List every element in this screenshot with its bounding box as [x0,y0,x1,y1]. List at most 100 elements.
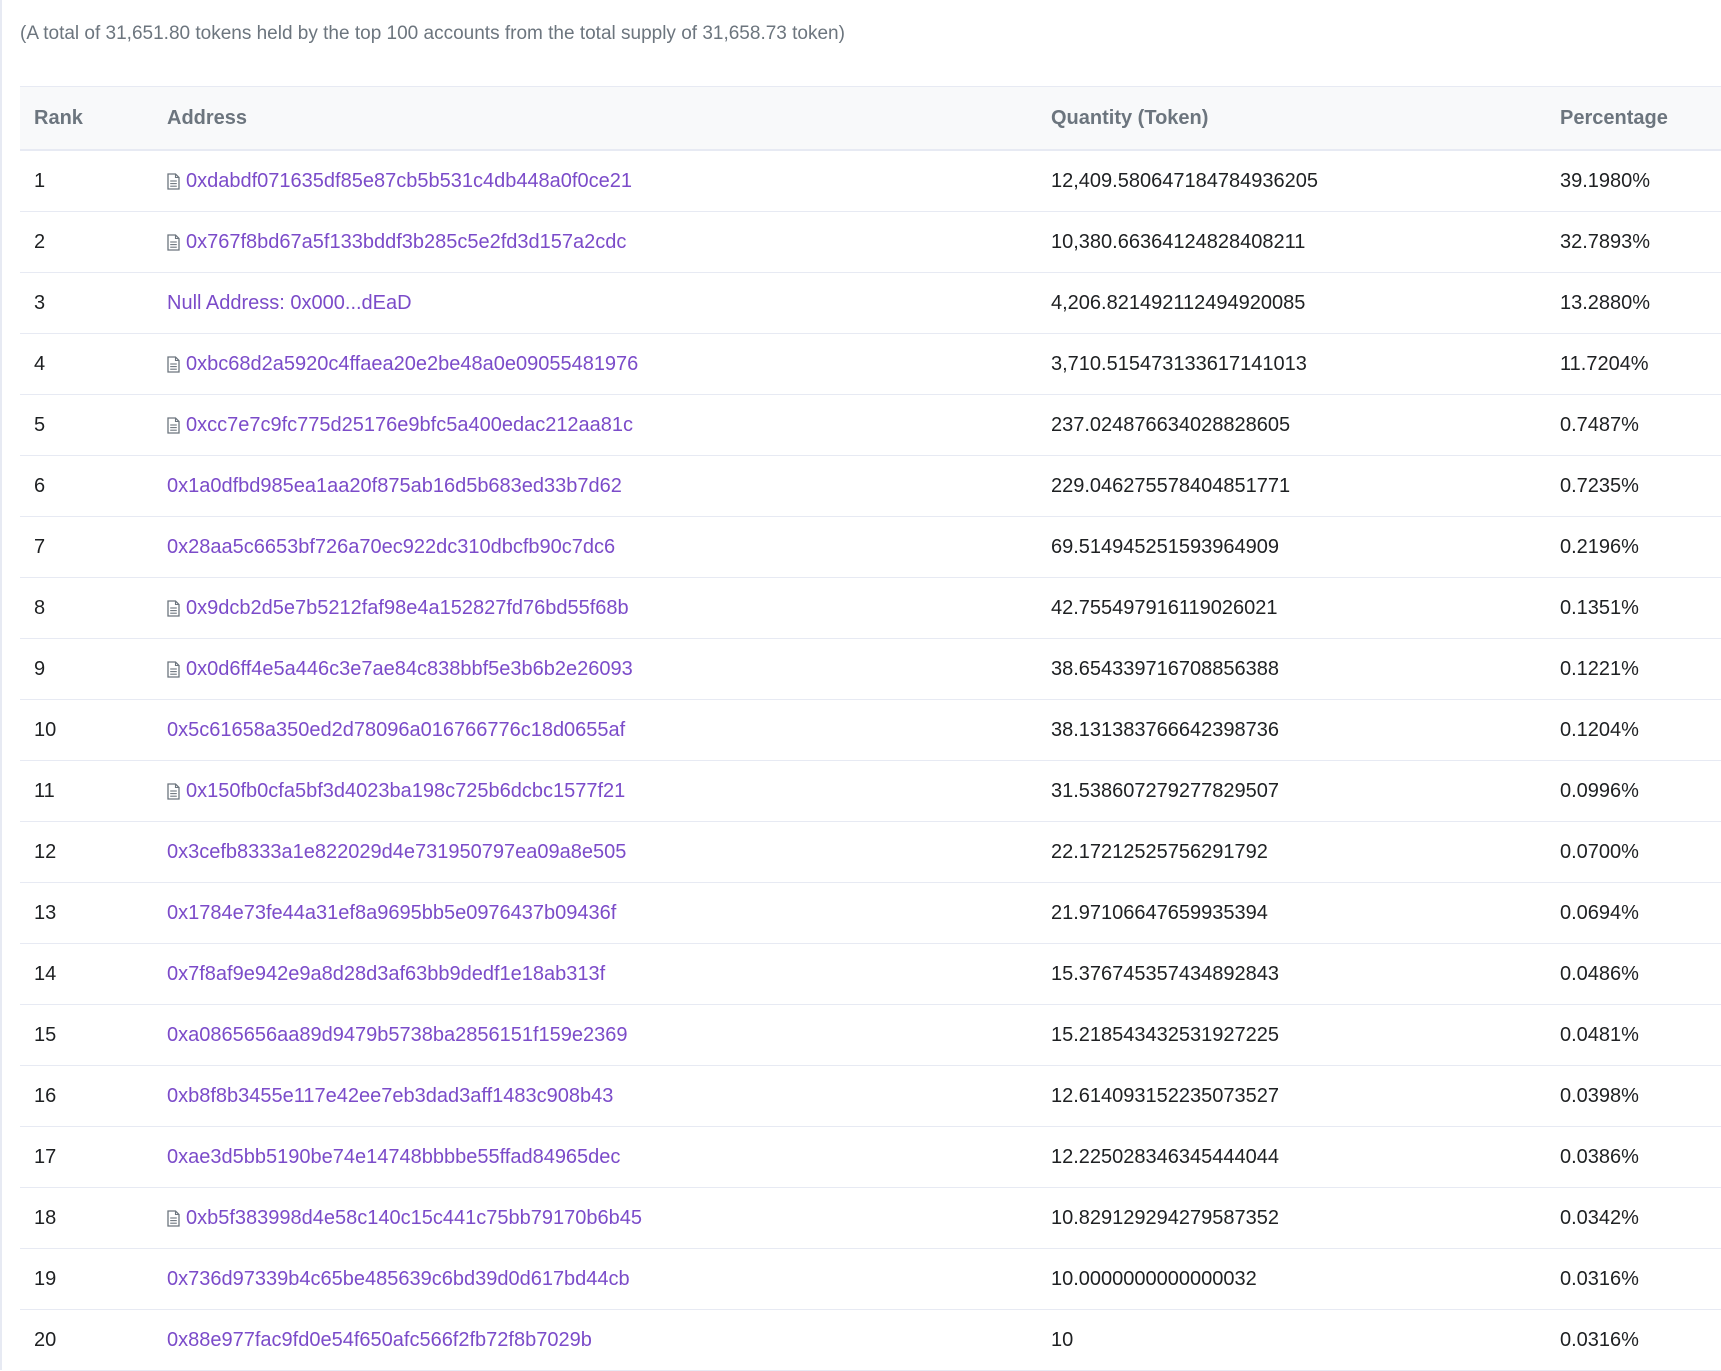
address-cell: 0x9dcb2d5e7b5212faf98e4a152827fd76bd55f6… [167,578,629,638]
percentage-cell: 0.1204% [1560,719,1639,741]
address-cell: 0x28aa5c6653bf726a70ec922dc310dbcfb90c7d… [167,517,615,577]
table-row: 12 0x3cefb8333a1e822029d4e731950797ea09a8… [20,822,1721,883]
address-text: 0x767f8bd67a5f133bddf3b285c5e2fd3d157a2c… [186,231,627,253]
holder-address-link[interactable]: 0x7f8af9e942e9a8d28d3af63bb9dedf1e18ab31… [167,944,605,1004]
table-row: 1 0xdabdf071635df85e87cb5b531c4db448a0f0c… [20,151,1721,212]
address-text: 0x3cefb8333a1e822029d4e731950797ea09a8e5… [167,841,627,863]
holder-address-link[interactable]: 0xbc68d2a5920c4ffaea20e2be48a0e090554819… [167,334,638,394]
holder-address-link[interactable]: 0x28aa5c6653bf726a70ec922dc310dbcfb90c7d… [167,517,615,577]
quantity-cell: 15.218543432531927225 [1051,1024,1280,1046]
holder-address-link[interactable]: 0xdabdf071635df85e87cb5b531c4db448a0f0ce… [167,151,632,211]
table-row: 13 0x1784e73fe44a31ef8a9695bb5e0976437b09… [20,883,1721,944]
percentage-cell: 0.0486% [1560,963,1639,985]
address-cell: 0xcc7e7c9fc775d25176e9bfc5a400edac212aa8… [167,395,633,455]
address-text: 0xa0865656aa89d9479b5738ba2856151f159e23… [167,1024,628,1046]
percentage-cell: 0.0481% [1560,1024,1639,1046]
percentage-cell: 32.7893% [1560,231,1651,253]
holder-address-link[interactable]: 0xb8f8b3455e117e42ee7eb3dad3aff1483c908b… [167,1066,613,1126]
table-row: 8 0x9dcb2d5e7b5212faf98e4a152827fd76bd55f… [20,578,1721,639]
holder-address-link[interactable]: Null Address: 0x000...dEaD [167,273,412,333]
address-text: 0x7f8af9e942e9a8d28d3af63bb9dedf1e18ab31… [167,963,606,985]
rank-cell: 20 [34,1329,57,1351]
percentage-cell: 0.0700% [1560,841,1639,863]
column-header-rank: Rank [34,107,83,129]
address-cell: 0x1784e73fe44a31ef8a9695bb5e0976437b0943… [167,883,616,943]
address-text: 0x1784e73fe44a31ef8a9695bb5e0976437b0943… [167,902,617,924]
address-cell: 0x767f8bd67a5f133bddf3b285c5e2fd3d157a2c… [167,212,626,272]
percentage-cell: 39.1980% [1560,170,1651,192]
holder-address-link[interactable]: 0x0d6ff4e5a446c3e7ae84c838bbf5e3b6b2e260… [167,639,633,699]
contract-file-icon [167,782,180,800]
contract-file-icon [167,355,180,373]
holder-address-link[interactable]: 0x3cefb8333a1e822029d4e731950797ea09a8e5… [167,822,626,882]
quantity-cell: 22.17212525756291792 [1051,841,1268,863]
holder-address-link[interactable]: 0x736d97339b4c65be485639c6bd39d0d617bd44… [167,1249,630,1309]
quantity-cell: 10,380.66364124828408211 [1051,231,1306,253]
contract-file-icon [167,233,180,251]
column-header-address: Address [167,107,248,129]
rank-cell: 16 [34,1085,57,1107]
contract-file-icon [167,660,180,678]
rank-cell: 19 [34,1268,57,1290]
rank-cell: 3 [34,292,46,314]
table-row: 11 0x150fb0cfa5bf3d4023ba198c725b6dcbc157… [20,761,1721,822]
rank-cell: 11 [34,780,55,802]
holder-address-link[interactable]: 0x5c61658a350ed2d78096a016766776c18d0655… [167,700,625,760]
holder-address-link[interactable]: 0x1784e73fe44a31ef8a9695bb5e0976437b0943… [167,883,616,943]
table-row: 10 0x5c61658a350ed2d78096a016766776c18d06… [20,700,1721,761]
address-text: Null Address: 0x000...dEaD [167,292,412,314]
contract-file-icon [167,172,180,190]
holder-address-link[interactable]: 0x9dcb2d5e7b5212faf98e4a152827fd76bd55f6… [167,578,629,638]
address-cell: 0x0d6ff4e5a446c3e7ae84c838bbf5e3b6b2e260… [167,639,633,699]
holder-address-link[interactable]: 0xcc7e7c9fc775d25176e9bfc5a400edac212aa8… [167,395,633,455]
quantity-cell: 3,710.515473133617141013 [1051,353,1307,375]
table-row: 4 0xbc68d2a5920c4ffaea20e2be48a0e09055481… [20,334,1721,395]
quantity-cell: 10.829129294279587352 [1051,1207,1280,1229]
percentage-cell: 0.7235% [1560,475,1639,497]
address-text: 0x0d6ff4e5a446c3e7ae84c838bbf5e3b6b2e260… [186,658,633,680]
address-cell: 0x88e977fac9fd0e54f650afc566f2fb72f8b702… [167,1310,592,1370]
percentage-cell: 0.7487% [1560,414,1639,436]
quantity-cell: 21.97106647659935394 [1051,902,1268,924]
quantity-cell: 69.514945251593964909 [1051,536,1280,558]
holder-address-link[interactable]: 0xae3d5bb5190be74e14748bbbbe55ffad84965d… [167,1127,620,1187]
table-row: 14 0x7f8af9e942e9a8d28d3af63bb9dedf1e18ab… [20,944,1721,1005]
percentage-cell: 0.0996% [1560,780,1639,802]
holder-address-link[interactable]: 0x1a0dfbd985ea1aa20f875ab16d5b683ed33b7d… [167,456,622,516]
percentage-cell: 0.0694% [1560,902,1639,924]
address-text: 0x736d97339b4c65be485639c6bd39d0d617bd44… [167,1268,630,1290]
percentage-cell: 13.2880% [1560,292,1651,314]
holder-address-link[interactable]: 0x88e977fac9fd0e54f650afc566f2fb72f8b702… [167,1310,592,1370]
address-cell: 0xae3d5bb5190be74e14748bbbbe55ffad84965d… [167,1127,620,1187]
contract-file-icon [167,1209,180,1227]
rank-cell: 13 [34,902,57,924]
address-cell: 0xb5f383998d4e58c140c15c441c75bb79170b6b… [167,1188,642,1248]
address-cell: 0x150fb0cfa5bf3d4023ba198c725b6dcbc1577f… [167,761,625,821]
holder-address-link[interactable]: 0xb5f383998d4e58c140c15c441c75bb79170b6b… [167,1188,642,1248]
address-text: 0x88e977fac9fd0e54f650afc566f2fb72f8b702… [167,1329,592,1351]
table-row: 18 0xb5f383998d4e58c140c15c441c75bb79170b… [20,1188,1721,1249]
holder-address-link[interactable]: 0x150fb0cfa5bf3d4023ba198c725b6dcbc1577f… [167,761,625,821]
address-cell: 0xdabdf071635df85e87cb5b531c4db448a0f0ce… [167,151,632,211]
holder-address-link[interactable]: 0x767f8bd67a5f133bddf3b285c5e2fd3d157a2c… [167,212,626,272]
page-left-border [0,0,2,1370]
token-holders-table: Rank Address Quantity (Token) Percentage… [20,86,1721,1371]
holder-address-link[interactable]: 0xa0865656aa89d9479b5738ba2856151f159e23… [167,1005,627,1065]
rank-cell: 1 [34,170,46,192]
quantity-cell: 12.225028346345444044 [1051,1146,1280,1168]
rank-cell: 15 [34,1024,57,1046]
address-text: 0xdabdf071635df85e87cb5b531c4db448a0f0ce… [186,170,632,192]
percentage-cell: 0.0316% [1560,1268,1639,1290]
percentage-cell: 0.1221% [1560,658,1639,680]
address-cell: 0x7f8af9e942e9a8d28d3af63bb9dedf1e18ab31… [167,944,605,1004]
table-row: 2 0x767f8bd67a5f133bddf3b285c5e2fd3d157a2… [20,212,1721,273]
rank-cell: 6 [34,475,46,497]
rank-cell: 5 [34,414,46,436]
table-body: 1 0xdabdf071635df85e87cb5b531c4db448a0f0c… [20,151,1721,1371]
address-text: 0xae3d5bb5190be74e14748bbbbe55ffad84965d… [167,1146,621,1168]
percentage-cell: 0.0398% [1560,1085,1639,1107]
address-text: 0xcc7e7c9fc775d25176e9bfc5a400edac212aa8… [186,414,634,436]
quantity-cell: 38.654339716708856388 [1051,658,1280,680]
rank-cell: 17 [34,1146,57,1168]
percentage-cell: 0.0316% [1560,1329,1639,1351]
